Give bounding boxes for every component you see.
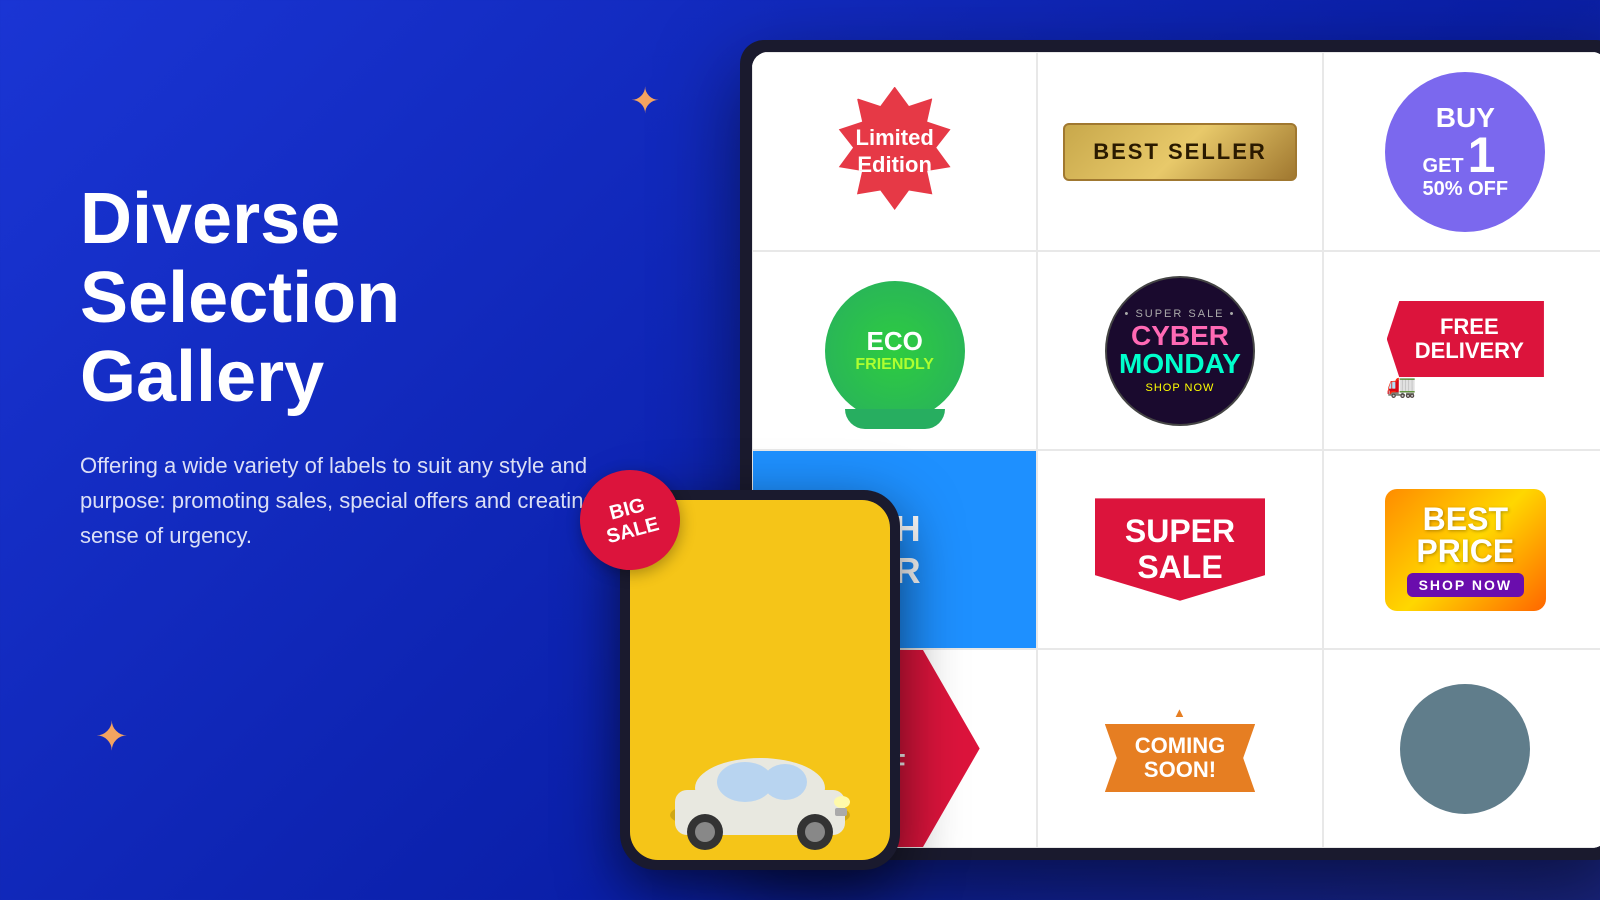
buy1-text: BUY GET 1 50% OFF: [1423, 103, 1509, 201]
circle-gray-badge: [1400, 684, 1530, 814]
badge-supersale-cell[interactable]: SUPER SALE: [1037, 450, 1322, 649]
cyber-top-text: • SUPER SALE •: [1125, 308, 1236, 320]
badge-bestprice-cell[interactable]: BEST PRICE SHOP NOW: [1323, 450, 1600, 649]
car-illustration: [650, 720, 870, 850]
cyber-sub: SHOP NOW: [1146, 382, 1215, 394]
best-seller-text: BEST SELLER: [1093, 139, 1267, 165]
left-panel: Diverse Selection Gallery Offering a wid…: [80, 180, 660, 553]
page-subtitle: Offering a wide variety of labels to sui…: [80, 448, 600, 554]
eco-friendly-badge: ECO FRIENDLY: [825, 281, 965, 421]
coming-soon-ribbon: COMING SOON!: [1105, 724, 1255, 792]
right-panel: Limited Edition BEST SELLER BUY GET: [700, 0, 1600, 900]
best-price-sub: SHOP NOW: [1419, 577, 1513, 593]
coming-soon-text: COMING SOON!: [1135, 734, 1225, 782]
page-title: Diverse Selection Gallery: [80, 180, 660, 418]
coming-soon-top: ▲: [1173, 705, 1187, 720]
super-sale-text: SUPER SALE: [1125, 514, 1235, 584]
sparkle-icon-1: ✦: [630, 80, 660, 122]
badge-eco-cell[interactable]: ECO FRIENDLY: [752, 251, 1037, 450]
cyber-line2: MONDAY: [1119, 350, 1241, 378]
cyber-line1: CYBER: [1131, 322, 1229, 350]
badge-circle-gray-cell[interactable]: [1323, 649, 1600, 848]
phone-mockup: BIG SALE: [620, 490, 900, 870]
badge-limited-edition-cell[interactable]: Limited Edition: [752, 52, 1037, 251]
best-price-text: BEST PRICE: [1407, 503, 1525, 567]
free-delivery-text: FREE DELIVERY: [1415, 315, 1524, 363]
sparkle-icon-3: ✦: [95, 714, 129, 760]
buy1-badge: BUY GET 1 50% OFF: [1385, 72, 1545, 232]
big-sale-text: BIG SALE: [599, 492, 662, 548]
limited-edition-badge: Limited Edition: [830, 87, 960, 217]
limited-edition-text: Limited Edition: [856, 125, 934, 178]
badge-buy1-cell[interactable]: BUY GET 1 50% OFF: [1323, 52, 1600, 251]
super-sale-shape: SUPER SALE: [1095, 498, 1265, 600]
free-delivery-badge: FREE DELIVERY 🚛: [1387, 301, 1544, 400]
best-price-badge: BEST PRICE SHOP NOW: [1385, 489, 1547, 611]
badge-free-delivery-cell[interactable]: FREE DELIVERY 🚛: [1323, 251, 1600, 450]
best-price-sub-bg: SHOP NOW: [1407, 573, 1525, 597]
phone-screen: [630, 500, 890, 860]
free-delivery-shape: FREE DELIVERY: [1387, 301, 1544, 377]
cyber-monday-badge: • SUPER SALE • CYBER MONDAY SHOP NOW: [1105, 276, 1255, 426]
badge-coming-soon-cell[interactable]: ▲ COMING SOON!: [1037, 649, 1322, 848]
eco-subtext: FRIENDLY: [855, 356, 934, 374]
super-sale-badge: SUPER SALE: [1095, 498, 1265, 600]
badge-bestseller-cell[interactable]: BEST SELLER: [1037, 52, 1322, 251]
coming-soon-badge: ▲ COMING SOON!: [1105, 705, 1255, 792]
eco-text: ECO: [866, 328, 922, 354]
badge-cyber-cell[interactable]: • SUPER SALE • CYBER MONDAY SHOP NOW: [1037, 251, 1322, 450]
best-seller-badge: BEST SELLER: [1063, 123, 1297, 181]
